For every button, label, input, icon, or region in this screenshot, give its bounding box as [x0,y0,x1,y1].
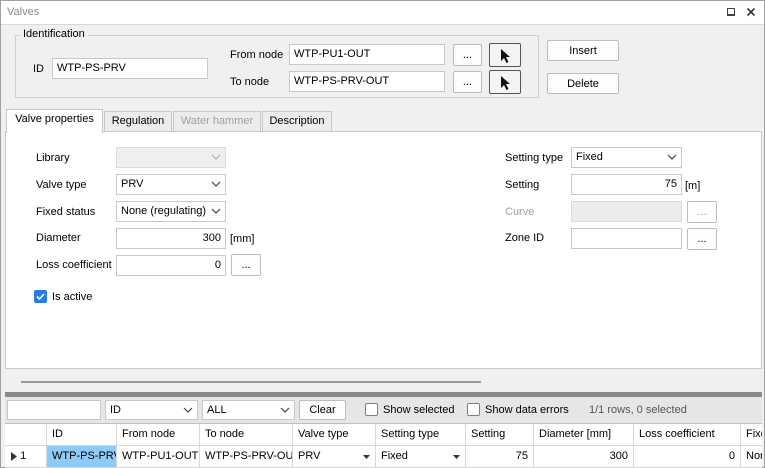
id-input[interactable]: WTP-PS-PRV [52,58,208,79]
setting-input[interactable]: 75 [571,174,682,195]
from-node-input[interactable]: WTP-PU1-OUT [289,44,445,65]
from-node-pick-button[interactable] [489,43,521,67]
chevron-down-icon [211,208,221,214]
grid-filter-input[interactable] [7,400,101,420]
show-data-errors-checkbox[interactable] [467,403,480,416]
table-cell-id[interactable]: WTP-PS-PRV [47,446,117,468]
setting-type-label: Setting type [505,152,564,164]
is-active-label: Is active [52,291,93,303]
loss-coefficient-input[interactable]: 0 [116,255,226,276]
splitter-scrollbar[interactable] [21,381,481,383]
to-node-input[interactable]: WTP-PS-PRV-OUT [289,71,445,92]
pointer-icon [501,76,510,90]
setting-unit: [m] [685,180,701,192]
setting-type-select[interactable]: Fixed [571,147,682,168]
to-node-label: To node [230,76,270,88]
table-cell-fixed-status[interactable]: Non [741,446,762,468]
chevron-down-icon [667,154,677,160]
insert-button[interactable]: Insert [547,40,619,61]
setting-label: Setting [505,179,540,191]
library-label: Library [36,152,70,164]
show-data-errors-label: Show data errors [485,404,569,416]
pointer-icon [501,49,510,63]
column-header-from-node[interactable]: From node [117,424,200,446]
valves-window: Valves Identification ID WTP-PS-PRV From… [0,0,765,468]
curve-input[interactable] [571,201,682,222]
diameter-label: Diameter [36,232,81,244]
column-header-diameter[interactable]: Diameter [mm] [534,424,634,446]
table-cell-valve-type[interactable]: PRV [293,446,376,468]
table-cell-from-node[interactable]: WTP-PU1-OUT [117,446,200,468]
fixed-status-select[interactable]: None (regulating) [116,201,226,222]
clear-button[interactable]: Clear [299,400,346,420]
title-bar: Valves [1,1,764,25]
grid-column-select[interactable]: ID [105,400,198,420]
table-cell-diameter[interactable]: 300 [534,446,634,468]
library-select[interactable] [116,147,226,168]
column-header-fixed-status[interactable]: Fixe [741,424,762,446]
to-node-browse-button[interactable]: ... [453,71,482,93]
table-cell-to-node[interactable]: WTP-PS-PRV-OUT [200,446,293,468]
chevron-down-icon [211,154,221,160]
loss-coefficient-label: Loss coefficient [36,259,112,271]
splitter[interactable] [5,371,762,392]
zone-id-label: Zone ID [505,232,545,244]
loss-coefficient-browse-button[interactable]: ... [231,254,261,276]
valve-type-select[interactable]: PRV [116,174,226,195]
id-label: ID [33,63,44,75]
diameter-input[interactable]: 300 [116,228,226,249]
grid-corner-header [5,424,47,446]
to-node-pick-button[interactable] [489,70,521,94]
row-indicator-icon [11,451,17,461]
dropdown-arrow-icon [453,455,460,459]
valves-grid: ID From node To node Valve type Setting … [5,423,762,468]
valve-type-label: Valve type [36,179,87,191]
row-header[interactable]: 1 [5,446,47,468]
pin-icon[interactable] [723,5,739,21]
zone-id-input[interactable] [571,228,682,249]
chevron-down-icon [280,407,290,413]
tab-description[interactable]: Description [262,111,332,132]
diameter-unit: [mm] [230,233,255,245]
table-cell-loss-coefficient[interactable]: 0 [634,446,741,468]
window-title: Valves [7,6,40,18]
column-header-valve-type[interactable]: Valve type [293,424,376,446]
table-cell-setting[interactable]: 75 [466,446,534,468]
show-selected-label: Show selected [383,404,455,416]
checkmark-icon [36,293,45,301]
identification-group-title: Identification [20,28,88,40]
column-header-loss-coefficient[interactable]: Loss coefficient [634,424,741,446]
column-header-id[interactable]: ID [47,424,117,446]
is-active-checkbox[interactable] [34,290,47,303]
curve-browse-button[interactable]: ... [687,201,717,223]
column-header-setting[interactable]: Setting [466,424,534,446]
table-cell-setting-type[interactable]: Fixed [376,446,466,468]
curve-label: Curve [505,206,535,218]
column-header-setting-type[interactable]: Setting type [376,424,466,446]
chevron-down-icon [183,407,193,413]
dropdown-arrow-icon [363,455,370,459]
close-icon[interactable] [743,5,759,21]
tab-valve-properties[interactable]: Valve properties [6,109,103,133]
grid-scope-select[interactable]: ALL [202,400,295,420]
tab-regulation[interactable]: Regulation [104,111,172,132]
zone-id-browse-button[interactable]: ... [687,228,717,250]
row-count-status: 1/1 rows, 0 selected [589,404,687,416]
from-node-browse-button[interactable]: ... [453,44,482,66]
show-selected-checkbox[interactable] [365,403,378,416]
delete-button[interactable]: Delete [547,73,619,94]
fixed-status-label: Fixed status [36,206,96,218]
tab-water-hammer[interactable]: Water hammer [173,111,261,132]
from-node-label: From node [230,49,284,61]
column-header-to-node[interactable]: To node [200,424,293,446]
chevron-down-icon [211,181,221,187]
